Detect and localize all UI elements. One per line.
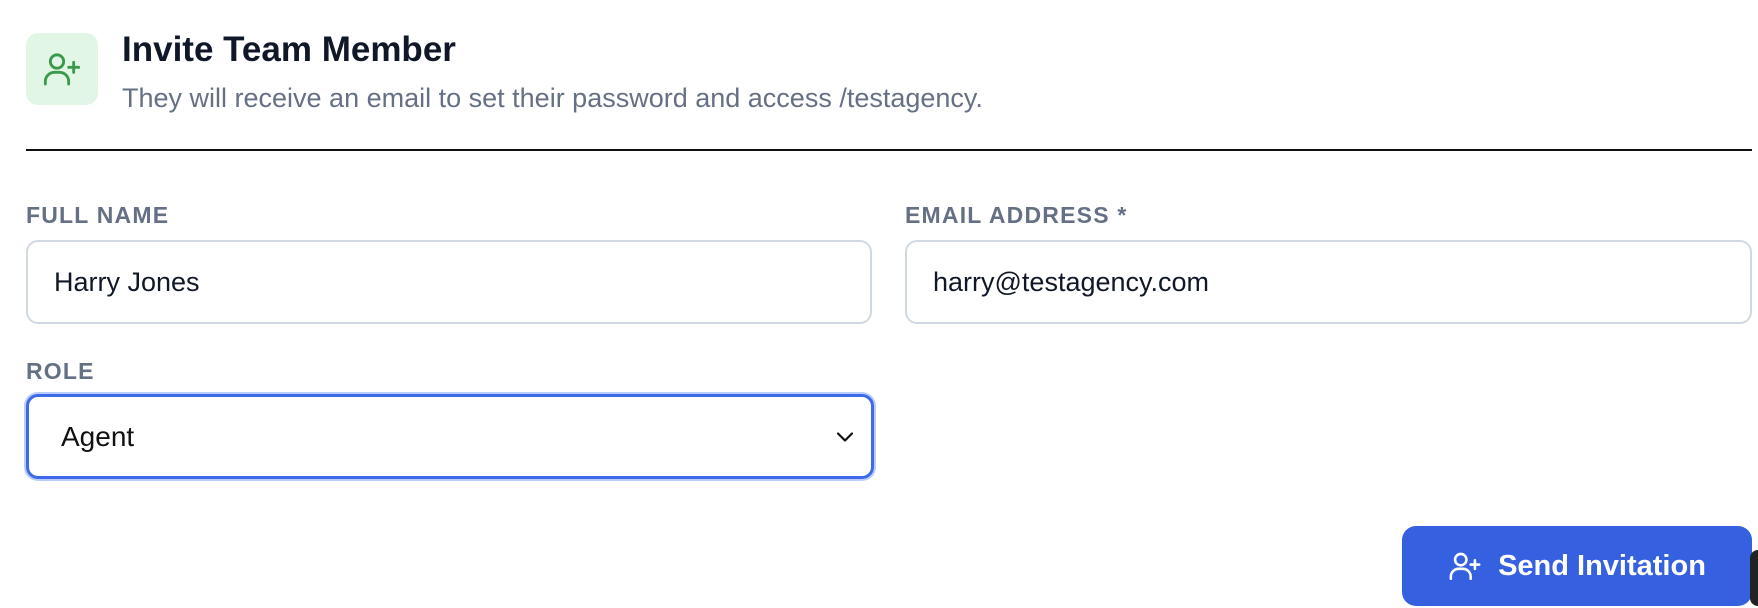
page-subtitle: They will receive an email to set their …: [122, 83, 983, 113]
page-title: Invite Team Member: [122, 30, 456, 69]
email-label: EMAIL ADDRESS *: [905, 202, 1128, 228]
send-invitation-label: Send Invitation: [1498, 549, 1706, 582]
send-invitation-button[interactable]: Send Invitation: [1402, 526, 1752, 606]
full-name-input[interactable]: [26, 240, 872, 324]
full-name-label: FULL NAME: [26, 202, 170, 228]
role-select[interactable]: Agent: [26, 394, 874, 479]
header-icon-tile: [26, 33, 98, 105]
invite-team-member-panel: Invite Team Member They will receive an …: [0, 0, 1758, 608]
floating-widget-handle[interactable]: [1750, 550, 1758, 606]
email-input[interactable]: [905, 240, 1752, 324]
user-plus-icon: [43, 53, 81, 86]
chevron-down-icon: [836, 432, 854, 442]
header-divider: [26, 149, 1752, 151]
role-label: ROLE: [26, 358, 95, 384]
user-plus-icon: [1449, 552, 1481, 581]
role-select-value: Agent: [61, 420, 135, 452]
